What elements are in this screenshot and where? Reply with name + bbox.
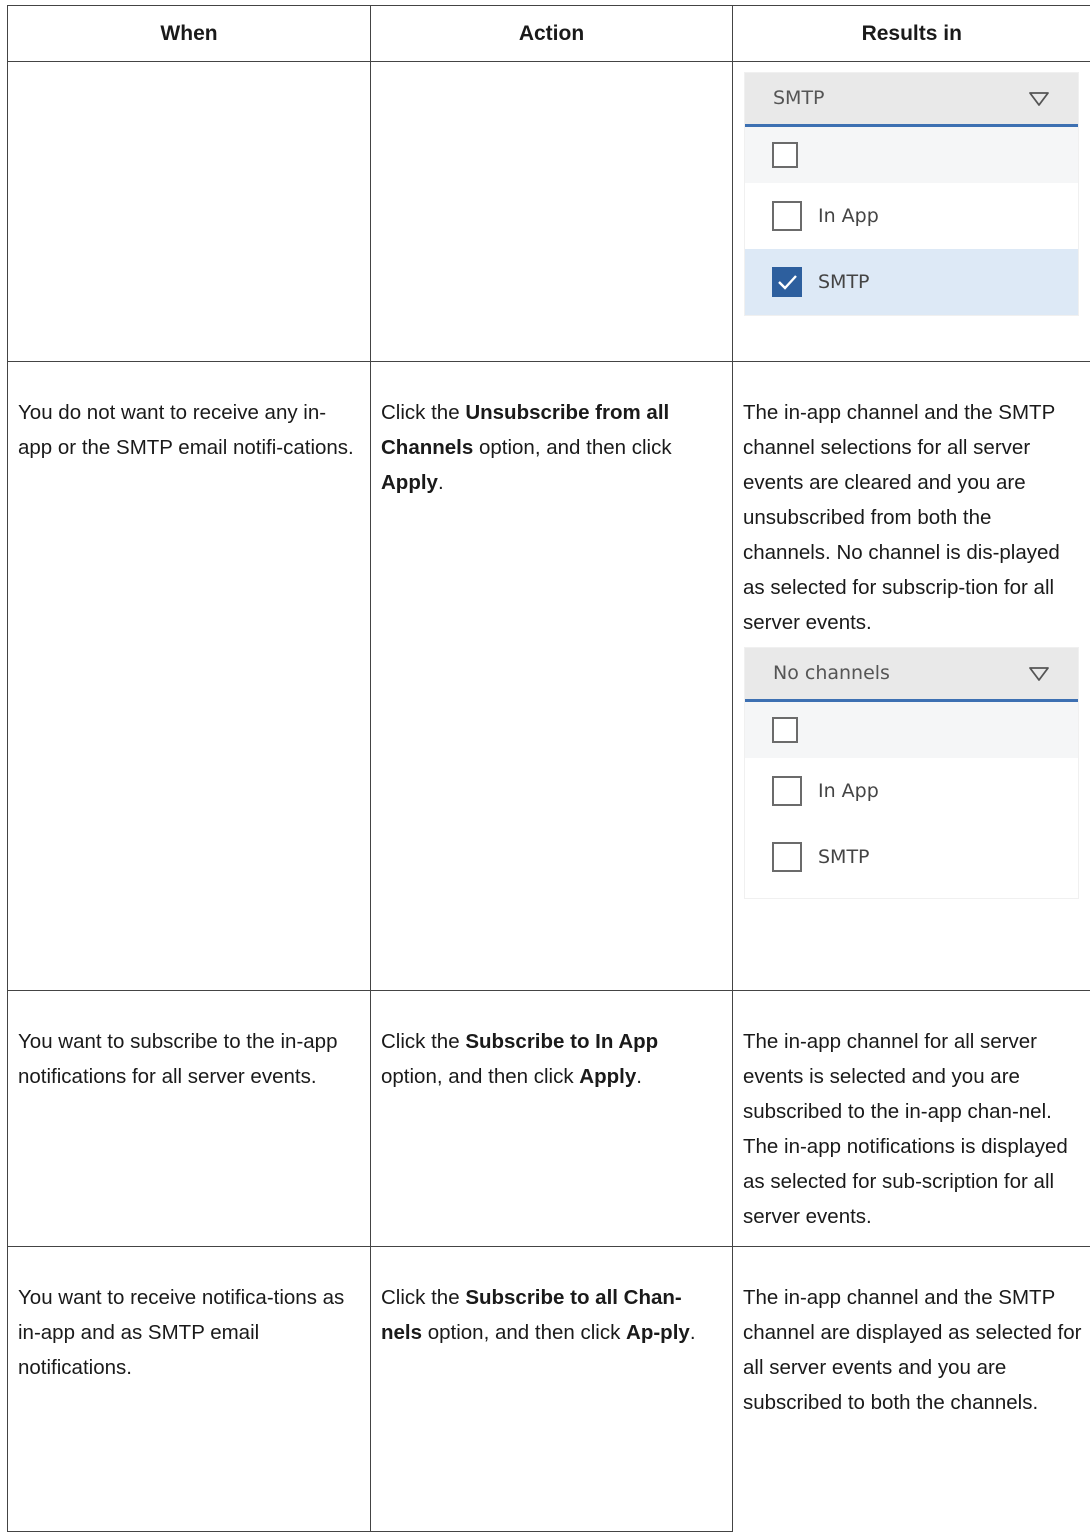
dropdown-field[interactable]: SMTP: [745, 73, 1078, 127]
action-text: .: [438, 471, 444, 494]
checkbox-icon[interactable]: [772, 717, 798, 743]
when-cell: You do not want to receive any in-app or…: [8, 362, 371, 991]
table-row: You do not want to receive any in-app or…: [8, 362, 1090, 991]
result-text: The in-app channel and the SMTP channel …: [743, 1286, 1081, 1414]
checkbox-icon[interactable]: [772, 842, 802, 872]
action-text: .: [690, 1321, 696, 1344]
option-label: In App: [818, 774, 879, 809]
dropdown-option-in-app[interactable]: In App: [745, 183, 1078, 249]
checkbox-icon[interactable]: [772, 776, 802, 806]
results-cell: The in-app channel for all server events…: [733, 991, 1090, 1247]
action-cell: Click the Subscribe to all Chan-nels opt…: [371, 1247, 733, 1532]
checkbox-icon[interactable]: [772, 201, 802, 231]
apply-label: Ap-ply: [626, 1321, 690, 1344]
results-cell: SMTP In App: [733, 62, 1090, 362]
action-text: Click the: [381, 401, 465, 424]
checkbox-checked-icon[interactable]: [772, 267, 802, 297]
action-text: Click the: [381, 1286, 465, 1309]
channel-dropdown-screenshot: SMTP In App: [745, 73, 1078, 315]
column-header-action: Action: [371, 6, 733, 62]
action-cell: Click the Unsubscribe from all Channels …: [371, 362, 733, 991]
checkbox-icon[interactable]: [772, 142, 798, 168]
result-text: The in-app channel for all server events…: [743, 1030, 1068, 1228]
apply-label: Apply: [579, 1065, 636, 1088]
action-cell: [371, 62, 733, 362]
channel-dropdown-screenshot: No channels In App SMTP: [745, 648, 1078, 898]
dropdown-option-smtp[interactable]: SMTP: [745, 824, 1078, 890]
option-label: SMTP: [818, 840, 870, 875]
action-text: option, and then click: [473, 436, 671, 459]
notification-options-table: When Action Results in SMTP: [7, 5, 1090, 1532]
table-header-row: When Action Results in: [8, 6, 1090, 62]
action-text: option, and then click: [381, 1065, 579, 1088]
when-cell: [8, 62, 371, 362]
when-cell: You want to subscribe to the in-app noti…: [8, 991, 371, 1247]
when-text: You want to subscribe to the in-app noti…: [18, 1030, 337, 1088]
action-text: option, and then click: [422, 1321, 626, 1344]
result-text: The in-app channel and the SMTP channel …: [743, 395, 1085, 640]
table-row: You want to receive notifica-tions as in…: [8, 1247, 1090, 1532]
checkmark-icon: [776, 273, 798, 291]
dropdown-option-select-all[interactable]: [745, 702, 1078, 758]
column-header-results: Results in: [733, 6, 1090, 62]
table-row: SMTP In App: [8, 62, 1090, 362]
dropdown-selected-value: No channels: [773, 656, 890, 691]
action-text: Click the: [381, 1030, 465, 1053]
when-text: You want to receive notifica-tions as in…: [18, 1286, 344, 1379]
column-header-when: When: [8, 6, 371, 62]
results-cell: The in-app channel and the SMTP channel …: [733, 362, 1090, 991]
when-cell: You want to receive notifica-tions as in…: [8, 1247, 371, 1532]
dropdown-option-smtp[interactable]: SMTP: [745, 249, 1078, 315]
table-row: You want to subscribe to the in-app noti…: [8, 991, 1090, 1247]
triangle-down-outline-icon: [1028, 91, 1050, 107]
dropdown-option-in-app[interactable]: In App: [745, 758, 1078, 824]
action-cell: Click the Subscribe to In App option, an…: [371, 991, 733, 1247]
results-cell: The in-app channel and the SMTP channel …: [733, 1247, 1090, 1532]
when-text: You do not want to receive any in-app or…: [18, 401, 354, 459]
option-label: In App: [818, 199, 879, 234]
dropdown-selected-value: SMTP: [773, 81, 825, 116]
apply-label: Apply: [381, 471, 438, 494]
option-label: SMTP: [818, 265, 870, 300]
option-name: Subscribe to In App: [465, 1030, 658, 1053]
dropdown-option-select-all[interactable]: [745, 127, 1078, 183]
action-text: .: [636, 1065, 642, 1088]
dropdown-field[interactable]: No channels: [745, 648, 1078, 702]
triangle-down-outline-icon: [1028, 666, 1050, 682]
